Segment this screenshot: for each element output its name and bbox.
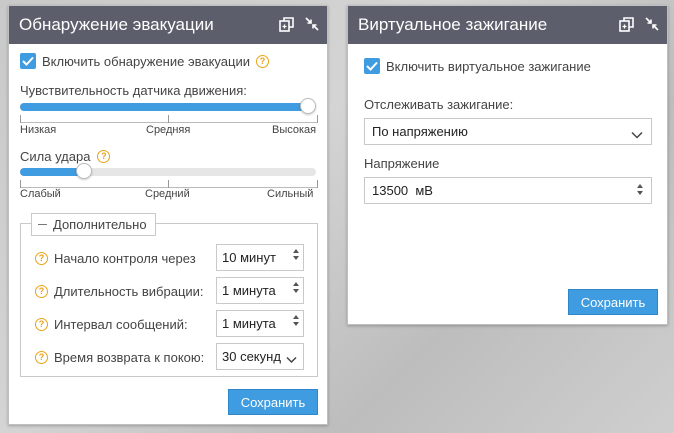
select-value: По напряжению bbox=[372, 124, 468, 139]
impact-slider-handle[interactable] bbox=[76, 163, 92, 179]
sensitivity-slider[interactable] bbox=[20, 98, 316, 114]
spinner-arrows[interactable] bbox=[291, 315, 299, 326]
enable-evacuation-label: Включить обнаружение эвакуации bbox=[42, 53, 250, 69]
spinner-arrows[interactable] bbox=[637, 184, 643, 195]
field-label: Интервал сообщений: bbox=[54, 317, 188, 332]
enable-ignition-checkbox[interactable] bbox=[364, 58, 380, 74]
spinner-arrows[interactable] bbox=[291, 282, 299, 293]
message-interval-spinner[interactable]: 1 минута bbox=[216, 310, 304, 337]
impact-label: Сила удара bbox=[20, 149, 91, 164]
help-icon[interactable]: ? bbox=[35, 285, 48, 298]
impact-ticks bbox=[20, 180, 318, 188]
impact-row: Сила удара ? bbox=[20, 149, 111, 164]
advanced-toggle[interactable]: Дополнительно bbox=[31, 213, 156, 236]
help-icon[interactable]: ? bbox=[35, 318, 48, 331]
field-row: ? Время возврата к покою: bbox=[35, 350, 204, 365]
help-icon[interactable]: ? bbox=[35, 252, 48, 265]
spinner-value: 13500 мВ bbox=[372, 183, 433, 198]
advanced-section: Дополнительно ? Начало контроля через 10… bbox=[20, 213, 318, 377]
help-icon[interactable]: ? bbox=[97, 150, 111, 163]
chevron-down-icon bbox=[286, 352, 297, 367]
save-button[interactable]: Сохранить bbox=[228, 389, 318, 415]
enable-evacuation-row[interactable]: Включить обнаружение эвакуации ? bbox=[20, 53, 269, 69]
sensitivity-tick-low: Низкая bbox=[20, 124, 57, 136]
advanced-label: Дополнительно bbox=[53, 217, 147, 232]
field-label: Начало контроля через bbox=[54, 251, 196, 266]
sensitivity-tick-high: Высокая bbox=[272, 124, 317, 136]
impact-slider-fill bbox=[20, 168, 84, 176]
collapse-icon[interactable] bbox=[305, 17, 319, 33]
sensitivity-slider-handle[interactable] bbox=[300, 98, 316, 114]
save-button[interactable]: Сохранить bbox=[568, 289, 658, 315]
track-ignition-label: Отслеживать зажигание: bbox=[364, 97, 514, 112]
start-control-spinner[interactable]: 10 минут bbox=[216, 244, 304, 271]
enable-ignition-row[interactable]: Включить виртуальное зажигание bbox=[364, 58, 591, 74]
collapse-icon[interactable] bbox=[645, 17, 659, 33]
spinner-value: 10 минут bbox=[222, 250, 276, 265]
copy-icon[interactable] bbox=[619, 17, 635, 33]
voltage-spinner[interactable]: 13500 мВ bbox=[364, 177, 652, 204]
field-label: Длительность вибрации: bbox=[54, 284, 204, 299]
select-value: 30 секунд bbox=[222, 349, 281, 364]
virtual-ignition-panel: Виртуальное зажигание Включить виртуальн… bbox=[347, 5, 668, 325]
sensitivity-label: Чувствительность датчика движения: bbox=[20, 83, 247, 98]
help-icon[interactable]: ? bbox=[35, 351, 48, 364]
help-icon[interactable]: ? bbox=[255, 54, 269, 68]
copy-icon[interactable] bbox=[279, 17, 295, 33]
voltage-label: Напряжение bbox=[364, 156, 440, 171]
impact-tick-weak: Слабый bbox=[20, 188, 61, 200]
field-row: ? Длительность вибрации: bbox=[35, 284, 204, 299]
rest-return-select[interactable]: 30 секунд bbox=[216, 343, 304, 370]
enable-ignition-label: Включить виртуальное зажигание bbox=[386, 58, 591, 74]
vibration-duration-spinner[interactable]: 1 минута bbox=[216, 277, 304, 304]
spinner-arrows[interactable] bbox=[291, 249, 299, 260]
track-ignition-select[interactable]: По напряжению bbox=[364, 118, 652, 145]
sensitivity-ticks bbox=[20, 115, 318, 123]
impact-tick-mid: Средний bbox=[145, 188, 190, 200]
panel-header: Обнаружение эвакуации bbox=[9, 6, 327, 44]
chevron-down-icon bbox=[631, 127, 643, 142]
field-label: Время возврата к покою: bbox=[54, 350, 205, 365]
sensitivity-slider-fill bbox=[20, 103, 308, 111]
impact-tick-strong: Сильный bbox=[267, 188, 314, 200]
field-row: ? Начало контроля через bbox=[35, 251, 196, 266]
spinner-value: 1 минута bbox=[222, 316, 276, 331]
enable-evacuation-checkbox[interactable] bbox=[20, 53, 36, 69]
impact-slider[interactable] bbox=[20, 163, 316, 179]
minus-icon bbox=[38, 224, 47, 225]
spinner-value: 1 минута bbox=[222, 283, 276, 298]
sensitivity-tick-mid: Средняя bbox=[146, 124, 191, 136]
evacuation-detection-panel: Обнаружение эвакуации Включить обнаружен… bbox=[8, 5, 328, 425]
field-row: ? Интервал сообщений: bbox=[35, 317, 188, 332]
panel-header: Виртуальное зажигание bbox=[348, 6, 667, 44]
